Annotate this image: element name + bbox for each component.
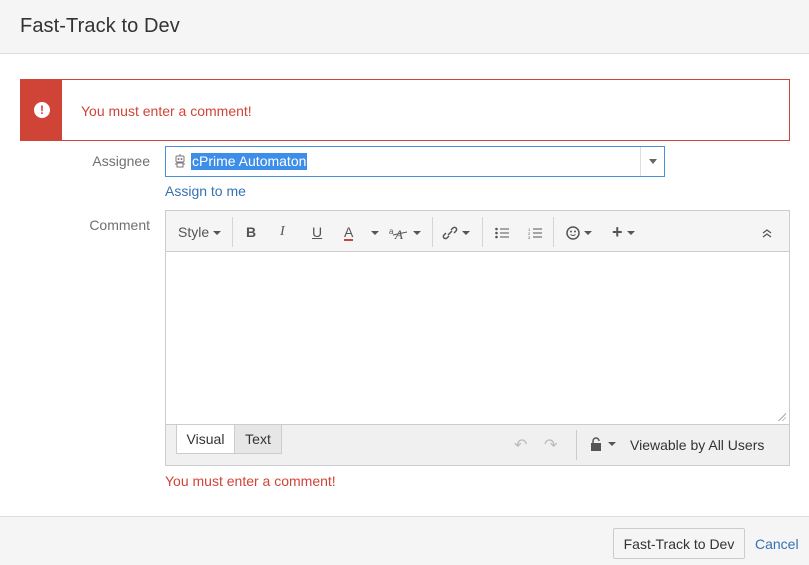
unlock-icon [591, 437, 601, 451]
style-label: Style [178, 224, 210, 240]
error-icon: ! [34, 102, 50, 118]
chevron-down-icon [371, 231, 379, 236]
text-color-dropdown[interactable] [367, 221, 379, 243]
redo-icon[interactable]: ↷ [544, 435, 557, 455]
chevron-down-icon [213, 231, 222, 236]
collapse-toolbar-button[interactable] [761, 221, 773, 243]
tab-text[interactable]: Text [235, 425, 282, 454]
numbered-list-button[interactable]: 123 [528, 221, 542, 243]
visibility-label[interactable]: Viewable by All Users [630, 437, 764, 453]
toolbar-divider [432, 217, 433, 247]
text-color-button[interactable]: A [344, 221, 354, 241]
link-icon [442, 226, 458, 240]
emoticon-dropdown[interactable] [566, 221, 592, 243]
bullet-list-icon [495, 227, 509, 239]
resize-handle-icon[interactable] [777, 412, 786, 421]
chevron-down-icon [462, 231, 470, 236]
dialog-title: Fast-Track to Dev [20, 15, 180, 37]
link-dropdown[interactable] [442, 221, 470, 243]
toolbar-divider [553, 217, 554, 247]
smiley-icon [566, 226, 580, 241]
visibility-dropdown[interactable] [590, 435, 616, 453]
footer-divider [576, 430, 577, 460]
error-alert: ! You must enter a comment! [20, 79, 790, 141]
editor-toolbar: Style B I U A aA 123 + [166, 211, 789, 252]
underline-button[interactable]: U [312, 221, 322, 243]
double-chevron-up-icon [762, 229, 772, 238]
tab-visual[interactable]: Visual [176, 425, 235, 454]
bullet-list-button[interactable] [495, 221, 509, 243]
cancel-link[interactable]: Cancel [755, 536, 799, 552]
toolbar-divider [232, 217, 233, 247]
insert-more-dropdown[interactable]: + [612, 221, 635, 243]
numbered-list-icon: 123 [528, 227, 542, 240]
alert-message: You must enter a comment! [81, 103, 252, 119]
assign-to-me-link[interactable]: Assign to me [165, 183, 246, 199]
assignee-label: Assignee [92, 153, 150, 169]
fast-track-submit-button[interactable]: Fast-Track to Dev [613, 528, 745, 559]
transition-dialog: Fast-Track to Dev ! You must enter a com… [0, 0, 809, 565]
text-format-icon: aA [389, 227, 408, 242]
comment-textarea[interactable] [166, 252, 789, 424]
chevron-down-icon [413, 231, 421, 236]
italic-button[interactable]: I [280, 221, 285, 243]
chevron-down-icon [608, 441, 616, 446]
toolbar-divider [482, 217, 483, 247]
bold-button[interactable]: B [246, 221, 256, 243]
alert-icon-box: ! [21, 80, 62, 140]
chevron-down-icon [584, 231, 592, 236]
comment-error: You must enter a comment! [165, 473, 336, 489]
chevron-down-icon [626, 231, 635, 236]
dialog-header: Fast-Track to Dev [0, 0, 809, 54]
plus-icon: + [612, 222, 623, 242]
assignee-dropdown-toggle[interactable] [640, 147, 664, 176]
editor-footer: Visual Text ↶ ↷ Viewable by All Users [166, 424, 789, 465]
text-format-dropdown[interactable]: aA [389, 221, 421, 243]
assignee-value[interactable]: cPrime Automaton [191, 153, 308, 170]
comment-editor: Style B I U A aA 123 + [165, 210, 790, 466]
svg-text:3: 3 [528, 235, 531, 239]
style-dropdown[interactable]: Style [178, 221, 222, 243]
assignee-select[interactable]: cPrime Automaton [165, 146, 665, 177]
dialog-footer: Fast-Track to Dev Cancel [0, 516, 809, 565]
comment-label: Comment [89, 217, 150, 233]
undo-icon[interactable]: ↶ [514, 435, 527, 455]
robot-avatar-icon [175, 154, 185, 168]
